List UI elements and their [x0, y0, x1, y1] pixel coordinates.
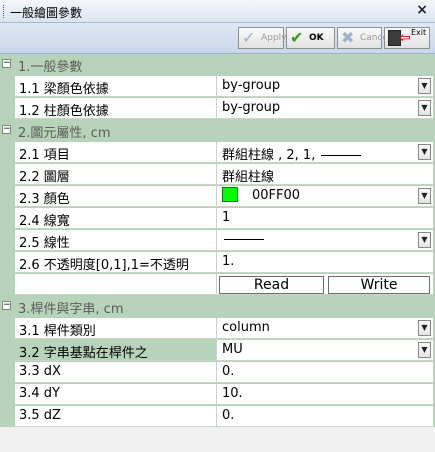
- prop-name: 3.2 字串基點在桿件之: [15, 340, 217, 361]
- apply-icon: ✓: [242, 28, 256, 47]
- apply-label: Apply: [261, 33, 287, 43]
- prop-value-text: by-group: [222, 78, 281, 93]
- prop-value-text: 00FF00: [252, 188, 301, 203]
- cancel-x-icon: ✖: [341, 28, 355, 47]
- prop-value-text: 群組柱線 , 2, 1,: [222, 148, 316, 163]
- toolbar: ✓ Apply ✔ OK ✖ Cancel ⇦ Exit: [0, 23, 435, 54]
- prop-row-read-write: Read Write: [0, 274, 435, 296]
- dropdown-arrow-icon[interactable]: ▼: [418, 100, 431, 116]
- prop-row-string-base[interactable]: 3.2 字串基點在桿件之 MU ▼: [0, 340, 435, 362]
- prop-name: 3.4 dY: [15, 384, 217, 405]
- prop-value-text: 群組柱線: [222, 170, 275, 185]
- prop-value-dz[interactable]: 0.: [217, 406, 433, 427]
- read-button[interactable]: Read: [219, 276, 324, 294]
- prop-row-color[interactable]: 2.3 顏色 00FF00 ▼: [0, 186, 435, 208]
- dropdown-arrow-icon[interactable]: ▼: [418, 144, 431, 160]
- section-header-general[interactable]: − 1.一般參數: [0, 54, 435, 76]
- prop-row-layer[interactable]: 2.2 圖層 群組柱線: [0, 164, 435, 186]
- prop-row-member-type[interactable]: 3.1 桿件類別 column ▼: [0, 318, 435, 340]
- write-button[interactable]: Write: [328, 276, 430, 294]
- prop-name: 3.3 dX: [15, 362, 217, 383]
- section-title: 2.圖元屬性, cm: [18, 126, 111, 141]
- prop-value-text: column: [222, 320, 270, 335]
- apply-button[interactable]: ✓ Apply: [238, 27, 287, 49]
- prop-row-opacity[interactable]: 2.6 不透明度[0,1],1=不透明 1.: [0, 252, 435, 274]
- prop-row-column-color[interactable]: 1.2 柱顏色依據 by-group ▼: [0, 98, 435, 120]
- prop-name: 3.1 桿件類別: [15, 318, 217, 339]
- prop-name: 2.1 項目: [15, 142, 217, 163]
- dropdown-arrow-icon[interactable]: ▼: [418, 342, 431, 358]
- dropdown-arrow-icon[interactable]: ▼: [418, 78, 431, 94]
- prop-value-line-width[interactable]: 1: [217, 208, 433, 229]
- prop-name: 1.2 柱顏色依據: [15, 98, 217, 119]
- prop-value-text: 10.: [222, 386, 243, 401]
- prop-row-beam-color[interactable]: 1.1 梁顏色依據 by-group ▼: [0, 76, 435, 98]
- grip-handle[interactable]: [3, 5, 6, 18]
- dropdown-arrow-icon[interactable]: ▼: [418, 188, 431, 204]
- section-header-entity[interactable]: − 2.圖元屬性, cm: [0, 120, 435, 142]
- title-bar: 一般繪圖參數 ×: [0, 0, 435, 23]
- section-header-member-string[interactable]: − 3.桿件與字串, cm: [0, 296, 435, 318]
- prop-name: 2.5 線性: [15, 230, 217, 251]
- collapse-minus-icon[interactable]: −: [2, 125, 11, 134]
- line-type-sample: [321, 155, 362, 156]
- ok-button[interactable]: ✔ OK: [286, 27, 335, 49]
- prop-name: 2.3 顏色: [15, 186, 217, 207]
- line-type-sample: [224, 239, 264, 240]
- prop-row-dy[interactable]: 3.4 dY 10.: [0, 384, 435, 406]
- read-write-cell: Read Write: [217, 274, 433, 295]
- prop-value-member-type[interactable]: column ▼: [217, 318, 433, 339]
- prop-value-layer[interactable]: 群組柱線: [217, 164, 433, 185]
- prop-value-text: 1: [222, 210, 231, 225]
- description-area: [0, 427, 435, 452]
- ok-label: OK: [309, 33, 324, 43]
- prop-value-text: 0.: [222, 408, 235, 423]
- prop-row-dx[interactable]: 3.3 dX 0.: [0, 362, 435, 384]
- prop-value-item[interactable]: 群組柱線 , 2, 1, ▼: [217, 142, 433, 163]
- exit-button[interactable]: ⇦ Exit: [384, 27, 430, 49]
- prop-value-text: MU: [222, 342, 243, 357]
- prop-name: 2.6 不透明度[0,1],1=不透明: [15, 252, 217, 273]
- prop-value-text: 1.: [222, 254, 235, 269]
- prop-value-color[interactable]: 00FF00 ▼: [217, 186, 433, 207]
- prop-value-dx[interactable]: 0.: [217, 362, 433, 383]
- color-swatch: [222, 187, 238, 202]
- collapse-minus-icon[interactable]: −: [2, 301, 11, 310]
- prop-name: 2.2 圖層: [15, 164, 217, 185]
- prop-value-text: by-group: [222, 100, 281, 115]
- window-title: 一般繪圖參數: [10, 6, 83, 20]
- prop-value-string-base[interactable]: MU ▼: [217, 340, 433, 361]
- prop-value-opacity[interactable]: 1.: [217, 252, 433, 273]
- section-title: 3.桿件與字串, cm: [18, 302, 124, 317]
- close-icon[interactable]: ×: [416, 2, 428, 18]
- collapse-minus-icon[interactable]: −: [2, 59, 11, 68]
- prop-row-dz[interactable]: 3.5 dZ 0.: [0, 406, 435, 428]
- prop-row-line-width[interactable]: 2.4 線寬 1: [0, 208, 435, 230]
- ok-check-icon: ✔: [290, 28, 304, 47]
- prop-name: 1.1 梁顏色依據: [15, 76, 217, 97]
- prop-value-dy[interactable]: 10.: [217, 384, 433, 405]
- dropdown-arrow-icon[interactable]: ▼: [418, 232, 431, 248]
- exit-label: Exit: [411, 28, 427, 37]
- dropdown-arrow-icon[interactable]: ▼: [418, 320, 431, 336]
- prop-row-item[interactable]: 2.1 項目 群組柱線 , 2, 1, ▼: [0, 142, 435, 164]
- prop-name-empty: [15, 274, 217, 295]
- prop-name: 2.4 線寬: [15, 208, 217, 229]
- prop-row-line-type[interactable]: 2.5 線性 ▼: [0, 230, 435, 252]
- prop-value-beam-color[interactable]: by-group ▼: [217, 76, 433, 97]
- prop-value-column-color[interactable]: by-group ▼: [217, 98, 433, 119]
- exit-arrow-icon: ⇦: [399, 30, 411, 46]
- prop-value-text: 0.: [222, 364, 235, 379]
- section-title: 1.一般參數: [18, 60, 83, 75]
- prop-value-line-type[interactable]: ▼: [217, 230, 433, 251]
- prop-name: 3.5 dZ: [15, 406, 217, 427]
- cancel-button[interactable]: ✖ Cancel: [337, 27, 391, 49]
